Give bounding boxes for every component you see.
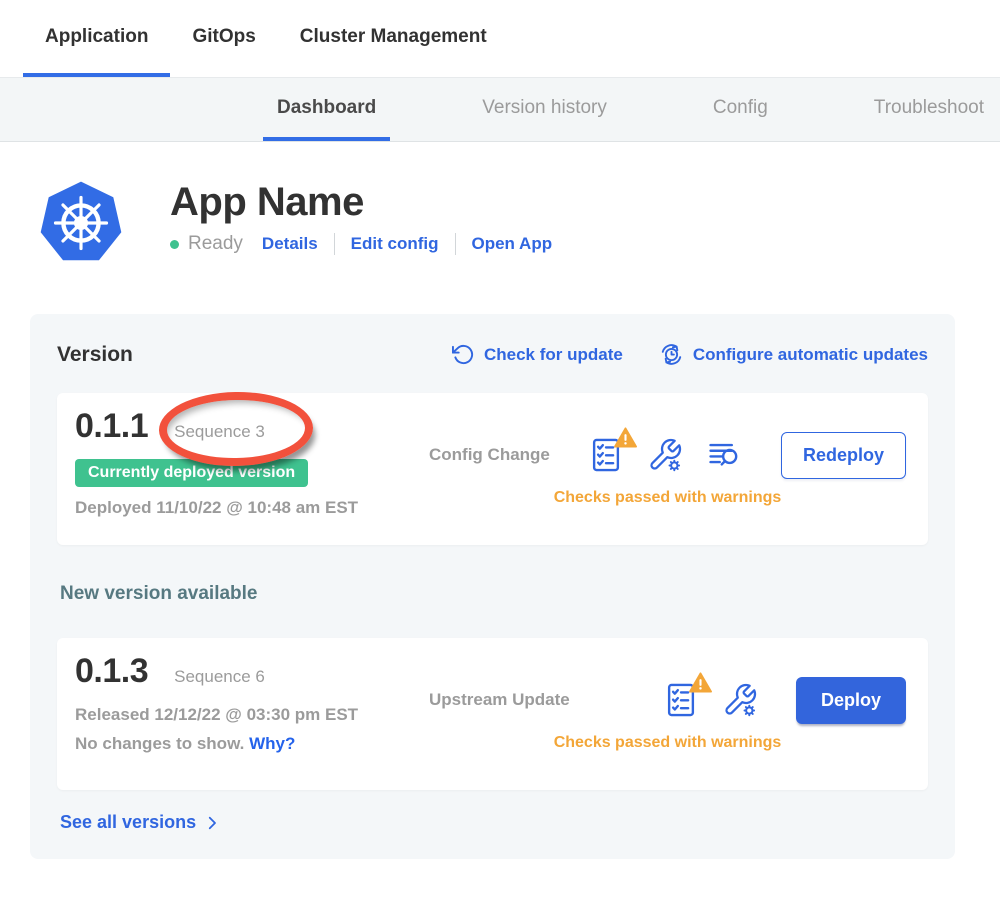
tab-troubleshoot-label: Troubleshoot xyxy=(874,97,984,119)
tab-dashboard[interactable]: Dashboard xyxy=(263,78,390,141)
edit-config-link[interactable]: Edit config xyxy=(351,234,439,254)
current-version-card: 0.1.1 Sequence 3 Currently deployed vers… xyxy=(57,393,928,545)
current-checks-status: Checks passed with warnings xyxy=(429,489,906,507)
chevron-right-icon xyxy=(203,814,221,832)
app-header: App Name Ready Details Edit config Open … xyxy=(37,178,1000,268)
preflight-checks-button[interactable] xyxy=(662,681,700,719)
configure-automatic-updates-label: Configure automatic updates xyxy=(693,345,928,365)
wrench-gear-icon[interactable] xyxy=(722,682,758,718)
tab-version-history-label: Version history xyxy=(482,97,607,119)
released-timestamp: Released 12/12/22 @ 03:30 pm EST xyxy=(75,705,405,725)
currently-deployed-badge: Currently deployed version xyxy=(75,459,308,487)
schedule-refresh-icon xyxy=(659,342,684,367)
see-all-versions-link[interactable]: See all versions xyxy=(60,812,221,833)
current-version-number: 0.1.1 xyxy=(75,407,148,446)
current-version-source: Config Change xyxy=(429,445,550,465)
details-link[interactable]: Details xyxy=(262,234,318,254)
tab-gitops-label: GitOps xyxy=(192,26,255,48)
preflight-checks-button[interactable] xyxy=(587,436,625,474)
tab-version-history[interactable]: Version history xyxy=(468,78,621,141)
version-panel-title: Version xyxy=(57,343,416,367)
current-version-sequence: Sequence 3 xyxy=(174,422,265,442)
status-dot-icon xyxy=(170,240,179,249)
divider xyxy=(455,233,456,255)
deployed-timestamp: Deployed 11/10/22 @ 10:48 am EST xyxy=(75,498,405,518)
redeploy-button[interactable]: Redeploy xyxy=(781,432,906,479)
tab-troubleshoot[interactable]: Troubleshoot xyxy=(860,78,998,141)
deploy-button[interactable]: Deploy xyxy=(796,677,906,724)
secondary-nav: Dashboard Version history Config Trouble… xyxy=(0,77,1000,142)
tab-config-label: Config xyxy=(713,97,768,119)
tab-application-label: Application xyxy=(45,26,148,48)
why-link[interactable]: Why? xyxy=(249,734,295,753)
tab-gitops[interactable]: GitOps xyxy=(170,0,277,77)
wrench-gear-icon[interactable] xyxy=(647,437,683,473)
warning-triangle-icon xyxy=(614,427,637,448)
tab-cluster-management-label: Cluster Management xyxy=(300,26,487,48)
version-panel: Version Check for update Configure autom… xyxy=(30,314,955,859)
open-app-link[interactable]: Open App xyxy=(472,234,553,254)
tab-application[interactable]: Application xyxy=(23,0,170,77)
diff-magnifier-icon[interactable] xyxy=(705,438,743,472)
tab-dashboard-label: Dashboard xyxy=(277,97,376,119)
tab-cluster-management[interactable]: Cluster Management xyxy=(278,0,509,77)
new-version-heading: New version available xyxy=(60,583,928,605)
app-title: App Name xyxy=(170,180,552,224)
kubernetes-logo-icon xyxy=(37,178,125,268)
available-checks-status: Checks passed with warnings xyxy=(429,734,906,752)
available-version-card: 0.1.3 Sequence 6 Released 12/12/22 @ 03:… xyxy=(57,638,928,790)
configure-automatic-updates-button[interactable]: Configure automatic updates xyxy=(659,342,928,367)
warning-triangle-icon xyxy=(689,672,712,693)
tab-config[interactable]: Config xyxy=(699,78,782,141)
refresh-icon xyxy=(452,343,475,366)
available-version-number: 0.1.3 xyxy=(75,652,148,691)
no-changes-label: No changes to show. xyxy=(75,734,244,753)
check-for-update-label: Check for update xyxy=(484,345,623,365)
available-version-sequence: Sequence 6 xyxy=(174,667,265,687)
available-version-source: Upstream Update xyxy=(429,690,570,710)
status-badge: Ready xyxy=(188,233,243,255)
divider xyxy=(334,233,335,255)
no-changes-text: No changes to show. Why? xyxy=(75,734,405,754)
primary-nav: Application GitOps Cluster Management xyxy=(0,0,1000,77)
app-status-row: Ready Details Edit config Open App xyxy=(170,233,552,255)
see-all-versions-label: See all versions xyxy=(60,812,196,833)
check-for-update-button[interactable]: Check for update xyxy=(452,343,623,366)
